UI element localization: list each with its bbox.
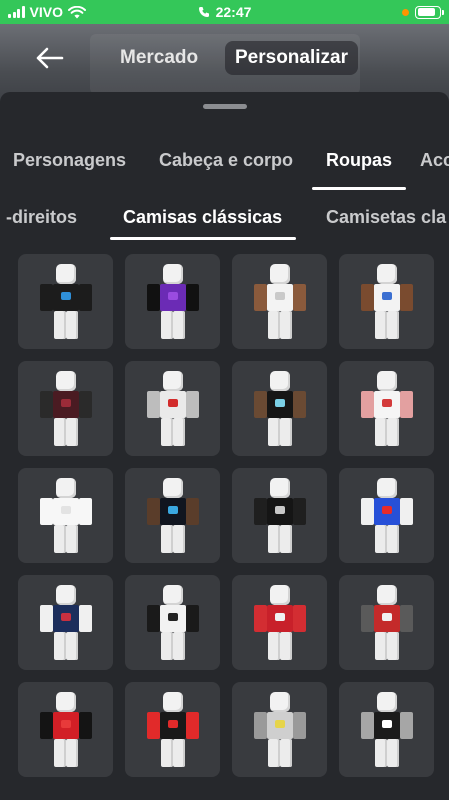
tab-acessorios[interactable]: Acc <box>420 150 449 171</box>
item-card-dark-red-jacket[interactable] <box>18 361 113 456</box>
avatar-thumbnail <box>146 478 200 556</box>
avatar-thumbnail <box>360 478 414 556</box>
item-card-black-shirt[interactable] <box>18 254 113 349</box>
item-card-black-galaxy-shirt[interactable] <box>125 468 220 563</box>
avatar-thumbnail <box>39 264 93 342</box>
tab-mercado[interactable]: Mercado <box>110 41 208 75</box>
subcategory-active-indicator <box>110 237 296 240</box>
clock-group: 22:47 <box>0 4 449 20</box>
category-tabs: Personagens Cabeça e corpo Roupas Acc <box>0 142 449 190</box>
item-card-grey-camo-shirt[interactable] <box>232 682 327 777</box>
tab-cabeca-e-corpo[interactable]: Cabeça e corpo <box>159 150 293 171</box>
shirt-grid <box>18 254 434 777</box>
status-right <box>402 5 444 19</box>
avatar-editor-sheet: Personagens Cabeça e corpo Roupas Acc -d… <box>0 92 449 800</box>
battery-icon <box>415 5 444 19</box>
tab-personagens[interactable]: Personagens <box>13 150 126 171</box>
item-card-white-red-pattern-shirt[interactable] <box>339 361 434 456</box>
item-card-white-brown-shirt[interactable] <box>232 254 327 349</box>
item-card-superman-shirt[interactable] <box>339 468 434 563</box>
avatar-thumbnail <box>253 692 307 770</box>
tab-direitos[interactable]: -direitos <box>6 207 77 228</box>
avatar-thumbnail <box>39 585 93 663</box>
item-card-red-black-stripe-shirt[interactable] <box>18 682 113 777</box>
avatar-thumbnail <box>253 478 307 556</box>
item-card-red-camo-shirt[interactable] <box>339 575 434 670</box>
avatar-thumbnail <box>39 478 93 556</box>
status-bar: VIVO 22:47 <box>0 0 449 24</box>
tab-camisetas-classicas[interactable]: Camisetas cla <box>326 207 446 228</box>
avatar-thumbnail <box>146 692 200 770</box>
tab-direitos-label: direitos <box>12 207 78 227</box>
avatar-thumbnail <box>360 371 414 449</box>
item-card-black-graphic-shirt[interactable] <box>232 468 327 563</box>
drag-handle[interactable] <box>203 104 247 109</box>
item-card-navy-psg-shirt[interactable] <box>18 575 113 670</box>
item-card-black-grey-vest[interactable] <box>339 682 434 777</box>
avatar-thumbnail <box>253 371 307 449</box>
tab-personalizar[interactable]: Personalizar <box>225 41 358 75</box>
avatar-thumbnail <box>39 692 93 770</box>
item-card-white-bulls-jersey[interactable] <box>125 361 220 456</box>
phone-icon <box>198 7 209 17</box>
item-card-black-brown-shirt[interactable] <box>232 361 327 456</box>
subcategory-tabs: -direitos Camisas clássicas Camisetas cl… <box>0 199 449 243</box>
avatar-thumbnail <box>146 585 200 663</box>
avatar-thumbnail <box>39 371 93 449</box>
item-card-red-black-vest[interactable] <box>125 682 220 777</box>
avatar-thumbnail <box>146 264 200 342</box>
avatar-thumbnail <box>253 264 307 342</box>
item-card-plain-white-shirt[interactable] <box>18 468 113 563</box>
avatar-thumbnail <box>253 585 307 663</box>
avatar-thumbnail <box>360 585 414 663</box>
avatar-thumbnail <box>146 371 200 449</box>
item-card-black-white-striped-shirt[interactable] <box>125 575 220 670</box>
avatar-thumbnail <box>360 264 414 342</box>
clock: 22:47 <box>215 4 252 20</box>
avatar-thumbnail <box>360 692 414 770</box>
top-bar: Mercado Personalizar <box>0 24 449 92</box>
arrow-left-icon <box>36 47 64 69</box>
item-card-white-brown-logo-shirt[interactable] <box>339 254 434 349</box>
tab-roupas[interactable]: Roupas <box>326 150 392 171</box>
item-card-purple-striped-shirt[interactable] <box>125 254 220 349</box>
back-button[interactable] <box>30 40 70 76</box>
tab-camisas-classicas[interactable]: Camisas clássicas <box>123 207 282 228</box>
item-card-red-jersey[interactable] <box>232 575 327 670</box>
privacy-dot-icon <box>402 8 409 16</box>
category-active-indicator <box>312 187 406 190</box>
